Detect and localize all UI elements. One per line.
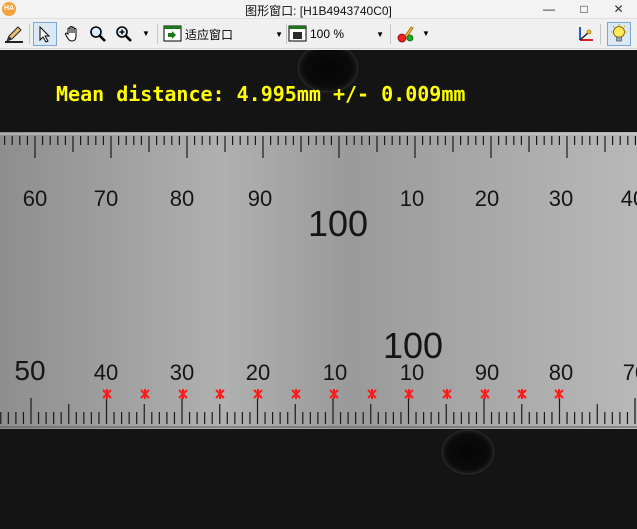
toolbar-separator: [600, 24, 601, 44]
ruler-top-number: 20: [475, 186, 499, 211]
ruler-bottom-number: 20: [246, 360, 270, 385]
arrow-cursor-icon[interactable]: [33, 22, 57, 46]
ruler-image: 6070809010203040100504030201010908070100: [0, 50, 637, 475]
ruler-top-number: 80: [170, 186, 194, 211]
toolbar-separator: [29, 24, 30, 44]
close-button[interactable]: ✕: [600, 0, 637, 19]
chevron-down-icon[interactable]: ▼: [142, 29, 150, 38]
ruler-top-number: 90: [248, 186, 272, 211]
toolbar-separator: [390, 24, 391, 44]
hand-icon[interactable]: [60, 22, 84, 46]
ruler-top-number: 30: [549, 186, 573, 211]
toolbar-separator: [286, 24, 287, 44]
ruler-bottom-number: 40: [94, 360, 118, 385]
pencil-icon[interactable]: [2, 22, 26, 46]
chevron-down-icon[interactable]: ▼: [422, 29, 430, 38]
fit-window-icon: [163, 25, 183, 43]
minimize-button[interactable]: —: [535, 0, 563, 19]
ruler-top-number: 40: [621, 186, 637, 211]
ruler-bottom-number: 30: [170, 360, 194, 385]
chevron-down-icon: ▼: [376, 29, 384, 39]
ruler-bottom-number: 90: [475, 360, 499, 385]
zoom-level-icon: [288, 25, 308, 43]
zoom-level-combo[interactable]: 100 % ▼: [288, 24, 384, 44]
ruler-bottom-number: 80: [549, 360, 573, 385]
fit-window-combo[interactable]: 适应窗口 ▼: [163, 24, 283, 44]
image-canvas[interactable]: 6070809010203040100504030201010908070100…: [0, 50, 637, 529]
fit-window-label: 适应窗口: [185, 27, 234, 42]
ruler-bottom-number: 10: [323, 360, 347, 385]
toolbar-separator: [157, 24, 158, 44]
ruler-bottom-number: 70: [623, 360, 637, 385]
title-bar: HA 图形窗口: [H1B4943740C0] — □ ✕: [0, 0, 637, 19]
ruler-top-center-number: 100: [308, 203, 368, 244]
ruler-top-number: 60: [23, 186, 47, 211]
coordinate-axes-icon[interactable]: [574, 22, 598, 46]
measurement-result-text: Mean distance: 4.995mm +/- 0.009mm: [56, 82, 466, 106]
background-hole: [441, 429, 495, 475]
zoom-level-label: 100 %: [310, 27, 345, 41]
magnifier-icon[interactable]: [86, 22, 110, 46]
chevron-down-icon: ▼: [275, 29, 283, 39]
ruler-bottom-number: 50: [14, 355, 45, 386]
toolbar: ▼ 适应窗口 ▼ 100 % ▼ ▼: [0, 19, 637, 49]
zoom-in-icon[interactable]: [112, 22, 136, 46]
ruler-bottom-center-number: 100: [383, 325, 443, 366]
color-settings-icon[interactable]: [394, 22, 418, 46]
ruler-top-number: 70: [94, 186, 118, 211]
lightbulb-icon[interactable]: [607, 22, 631, 46]
ruler-top-number: 10: [400, 186, 424, 211]
maximize-button[interactable]: □: [570, 0, 598, 19]
